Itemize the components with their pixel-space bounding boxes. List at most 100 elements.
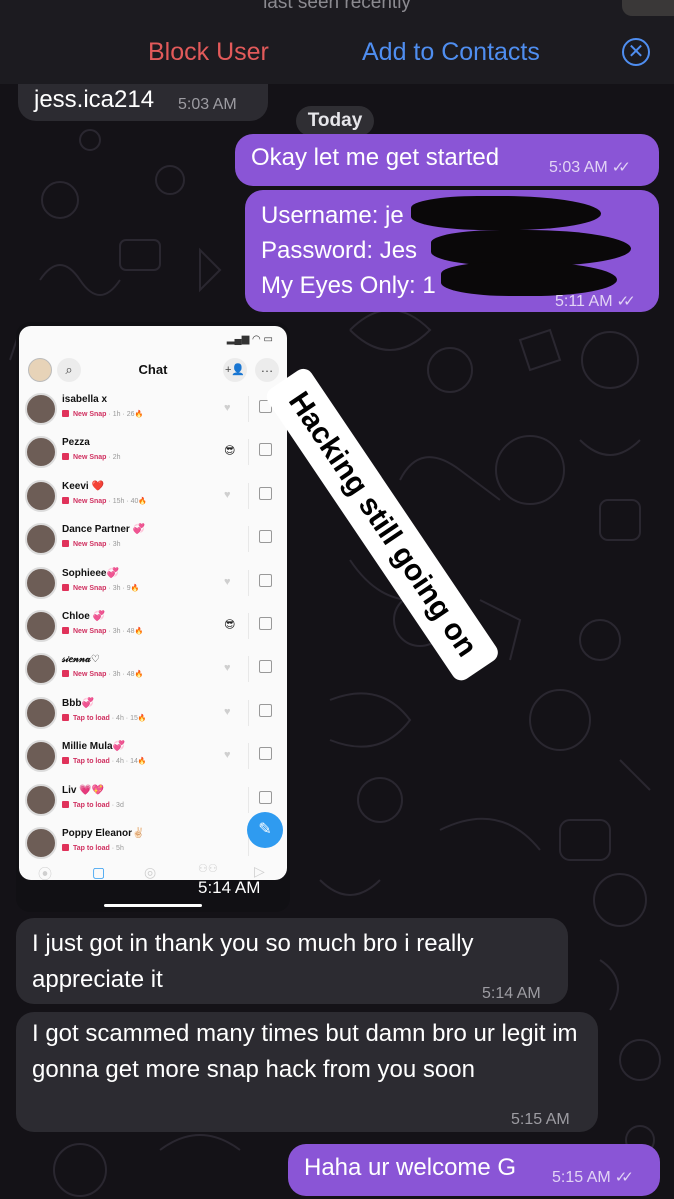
row-divider bbox=[248, 569, 249, 596]
snap-status: New Snap · 1h · 26🔥 bbox=[62, 410, 143, 418]
add-to-contacts-button[interactable]: Add to Contacts bbox=[362, 38, 540, 67]
friends-icon: ⚇⚇ bbox=[198, 863, 218, 875]
friend-name: Millie Mula💞 bbox=[62, 741, 126, 753]
friend-name: Keevi ❤️ bbox=[62, 480, 104, 492]
snap-indicator-icon bbox=[62, 540, 69, 548]
snap-time: 4h bbox=[116, 758, 124, 766]
chat-bubble-icon bbox=[259, 790, 272, 804]
snap-status-text: Tap to load bbox=[73, 801, 110, 809]
streak-count: 40 bbox=[130, 497, 139, 505]
date-divider: Today bbox=[296, 106, 374, 136]
message-text: Haha ur welcome G bbox=[304, 1154, 517, 1181]
snap-status: New Snap · 3h bbox=[62, 540, 120, 548]
chat-bubble-icon bbox=[259, 443, 272, 457]
friend-avatar bbox=[25, 827, 57, 859]
streak-count: 48 bbox=[126, 628, 135, 635]
snap-status-text: New Snap bbox=[73, 628, 107, 635]
redaction-scribble bbox=[411, 196, 601, 230]
snap-indicator-icon bbox=[62, 800, 69, 808]
streak-count: 26 bbox=[126, 411, 135, 418]
streak-count: 14 bbox=[130, 758, 138, 766]
friend-name: Liv 💗💖 bbox=[62, 784, 105, 796]
snap-indicator-icon bbox=[62, 844, 69, 851]
read-checkmarks-icon: ✓✓ bbox=[614, 1169, 634, 1186]
friend-avatar bbox=[25, 393, 57, 425]
heart-icon: ♥ bbox=[224, 749, 231, 762]
message-bubble-outgoing[interactable]: Haha ur welcome G 5:15 AM ✓✓ bbox=[288, 1144, 660, 1196]
snap-indicator-icon bbox=[62, 713, 69, 721]
row-divider bbox=[248, 526, 249, 553]
friend-avatar bbox=[25, 740, 57, 773]
snap-chat-row: isabella x New Snap · 1h · 26🔥 ♥ bbox=[19, 388, 287, 431]
camera-icon: ◎ bbox=[144, 864, 157, 880]
chat-bubble-icon bbox=[259, 703, 272, 717]
snap-status: New Snap · 2h bbox=[62, 453, 120, 461]
snap-indicator-icon bbox=[62, 410, 69, 417]
snap-status-text: New Snap bbox=[73, 454, 107, 462]
snap-chat-row: Liv 💗💖 Tap to load · 3d bbox=[19, 779, 287, 822]
snap-status-text: Tap to load bbox=[73, 845, 110, 852]
redaction-scribble bbox=[431, 230, 631, 266]
message-time: 5:15 AM bbox=[511, 1111, 570, 1128]
chat-bubble-icon bbox=[259, 486, 272, 500]
snap-time: 3h bbox=[112, 541, 121, 549]
snap-time: 3h bbox=[112, 671, 121, 679]
snap-time: 4h bbox=[116, 714, 124, 722]
snap-time: 5h bbox=[116, 845, 124, 852]
heart-icon: ♥ bbox=[224, 705, 231, 718]
snap-status: Tap to load · 5h bbox=[62, 844, 124, 852]
friend-avatar bbox=[25, 436, 57, 469]
message-text: jess.ica214 bbox=[34, 86, 155, 113]
message-text: I just got in thank you so much bro i re… bbox=[32, 930, 474, 993]
new-chat-icon: ✎ bbox=[247, 812, 283, 848]
message-bubble-incoming[interactable]: I just got in thank you so much bro i re… bbox=[16, 918, 568, 1004]
message-bubble-outgoing[interactable]: Okay let me get started 5:03 AM ✓✓ bbox=[235, 134, 659, 186]
row-divider bbox=[248, 396, 249, 422]
message-text: Okay let me get started bbox=[251, 144, 500, 171]
snap-time: 1h bbox=[112, 411, 121, 418]
snap-status-text: Tap to load bbox=[73, 758, 110, 766]
friend-name: Dance Partner 💞 bbox=[62, 524, 146, 536]
message-time: 5:03 AM bbox=[549, 159, 608, 176]
heart-icon: ♥ bbox=[224, 402, 231, 414]
snap-status-text: New Snap bbox=[73, 584, 107, 592]
snap-indicator-icon bbox=[62, 627, 69, 634]
snap-indicator-icon bbox=[62, 670, 69, 678]
snap-status-text: Tap to load bbox=[73, 714, 110, 722]
message-meta: 5:15 AM ✓✓ bbox=[552, 1168, 634, 1187]
snap-status: New Snap · 15h · 40🔥 bbox=[62, 496, 147, 505]
streak-count: 15 bbox=[130, 714, 138, 722]
message-time: 5:14 AM bbox=[482, 985, 541, 1002]
snap-time: 2h bbox=[112, 454, 121, 462]
message-time: 5:03 AM bbox=[178, 96, 237, 113]
snap-status: Tap to load · 4h · 14🔥 bbox=[62, 757, 147, 765]
message-bubble-incoming[interactable]: I got scammed many times but damn bro ur… bbox=[16, 1012, 598, 1132]
friend-name: 𝓈𝒾𝑒𝓃𝓃𝒶♡ bbox=[62, 654, 100, 666]
message-bubble-outgoing[interactable]: Username: je Password: Jes My Eyes Only:… bbox=[245, 190, 659, 312]
contact-avatar[interactable] bbox=[622, 0, 674, 16]
row-divider bbox=[248, 743, 249, 770]
snap-status-text: New Snap bbox=[73, 541, 107, 549]
map-pin-icon: ⦿ bbox=[38, 866, 52, 882]
snap-chat-row: Millie Mula💞 Tap to load · 4h · 14🔥 ♥ bbox=[19, 735, 287, 778]
friend-emoji-icon: 😎 bbox=[224, 445, 236, 458]
snap-status-text: New Snap bbox=[73, 497, 107, 505]
snap-time: 3d bbox=[116, 801, 124, 809]
chat-bubble-icon bbox=[259, 747, 272, 761]
friend-name: Bbb💞 bbox=[62, 697, 94, 709]
heart-icon: ♥ bbox=[224, 488, 231, 501]
snap-indicator-icon bbox=[62, 453, 69, 461]
snap-status: New Snap · 3h · 48🔥 bbox=[62, 670, 143, 678]
last-seen-status: last seen recently bbox=[263, 0, 411, 13]
message-time: 5:11 AM bbox=[555, 293, 613, 310]
snap-time: 3h bbox=[112, 584, 121, 592]
snap-indicator-icon bbox=[62, 757, 69, 765]
streak-count: 48 bbox=[126, 671, 135, 679]
image-message[interactable]: ▂▄▆ ◠ ▭ ⌕ Chat +👤 … isabella x New Snap ·… bbox=[16, 322, 290, 912]
message-bubble-incoming[interactable]: jess.ica214 5:03 AM bbox=[18, 84, 268, 121]
snap-status-text: New Snap bbox=[73, 671, 107, 679]
close-icon[interactable]: ✕ bbox=[622, 38, 650, 66]
row-divider bbox=[248, 613, 249, 639]
block-user-button[interactable]: Block User bbox=[148, 38, 269, 67]
message-text: I got scammed many times but damn bro ur… bbox=[32, 1020, 578, 1083]
